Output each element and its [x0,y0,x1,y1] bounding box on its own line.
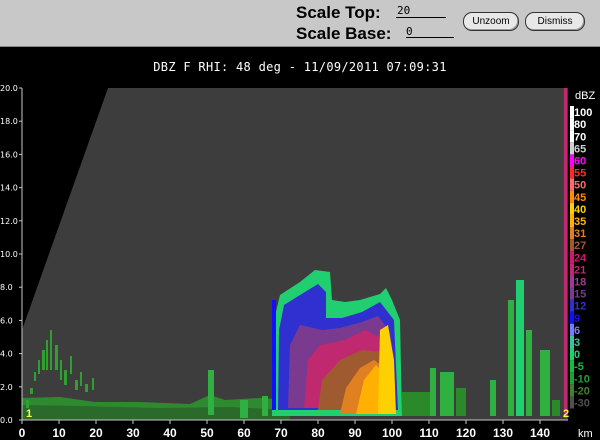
x-tick-label: 40 [163,426,177,440]
x-tick-label: 50 [200,426,214,440]
x-tick-label: 140 [530,426,550,440]
colorbar-label: 0 [574,349,580,361]
x-tick-label: 100 [382,426,402,440]
colorbar-label: 9 [574,313,580,325]
marker-left: 1 [26,408,32,420]
colorbar-label: 70 [574,131,586,143]
colorbar-label: 80 [574,119,586,131]
echo-cell [208,370,214,415]
x-tick-label: 110 [419,426,439,440]
echo-cell [552,400,560,416]
colorbar-label: 12 [574,301,586,313]
colorbar-label: -30 [574,398,590,410]
x-tick-label: 70 [274,426,288,440]
colorbar-label: -5 [574,361,584,373]
echo-cell [456,388,466,416]
colorbar-label: 15 [574,289,586,301]
x-tick-label: 130 [493,426,513,440]
y-tick-label: 10.0 [0,250,18,259]
colorbar-label: 65 [574,143,586,155]
colorbar-label: 21 [574,264,586,276]
y-tick-label: 18.0 [0,117,18,126]
x-tick-label: 60 [237,426,251,440]
echo-cell [540,350,550,416]
y-tick-label: 16.0 [0,150,18,159]
colorbar-label: 40 [574,204,586,216]
echo-cell [526,330,532,416]
colorbar-label: 45 [574,192,586,204]
x-tick-label: 0 [19,426,26,440]
y-tick-label: 20.0 [0,84,18,93]
marker-right: 2 [563,408,569,420]
echo-cell [508,300,514,416]
x-tick-label: 90 [348,426,362,440]
storm-edge [272,300,276,410]
echo-cell [516,280,524,416]
echo-cell [430,368,436,416]
y-tick-label: 12.0 [0,217,18,226]
y-tick-label: 14.0 [0,184,18,193]
y-tick-label: 4.0 [0,350,13,359]
colorbar-label: 6 [574,325,580,337]
x-unit-label: km [578,428,593,440]
x-tick-label: 10 [52,426,66,440]
x-tick-label: 20 [89,426,103,440]
x-tick-label: 80 [311,426,325,440]
echo-cell [402,392,430,416]
colorbar-label: 27 [574,240,586,252]
colorbar-label: 55 [574,168,586,180]
echo-cell [440,372,454,416]
echo-cell [490,380,496,416]
colorbar-label: 3 [574,337,580,349]
y-tick-label: 8.0 [0,283,13,292]
colorbar-label: 35 [574,216,586,228]
y-tick-label: 6.0 [0,316,13,325]
colorbar-label: 31 [574,228,586,240]
colorbar-label: 60 [574,156,586,168]
colorbar-label: 50 [574,180,586,192]
colorbar-unit: dBZ [575,90,595,102]
echo-cell [240,400,248,418]
colorbar-label: 24 [574,252,587,264]
colorbar: 100807065605550454035312724211815129630-… [570,106,592,410]
colorbar-label: 18 [574,277,586,289]
x-tick-label: 30 [126,426,140,440]
edge-strip [564,88,567,418]
y-tick-label: 0.0 [0,416,13,425]
colorbar-label: -10 [574,373,590,385]
echo-cell [262,396,268,416]
x-tick-label: 120 [456,426,476,440]
y-tick-label: 2.0 [0,383,13,392]
colorbar-label: 100 [574,107,592,119]
colorbar-label: -20 [574,385,590,397]
rhi-plot[interactable]: 0.02.04.06.08.010.012.014.016.018.020.0 … [0,0,600,440]
